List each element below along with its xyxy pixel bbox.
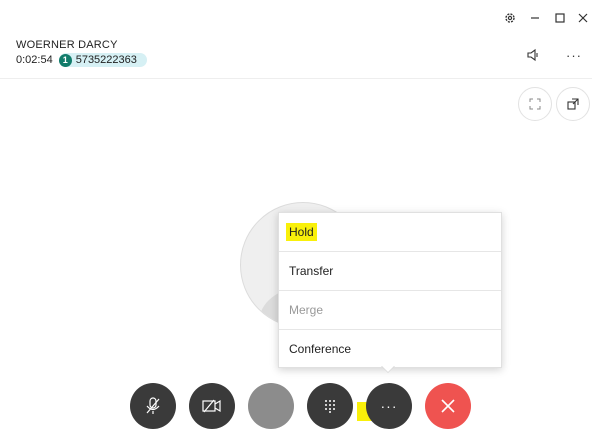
mute-button[interactable] (130, 383, 176, 429)
minimize-icon[interactable] (524, 8, 546, 28)
menu-item-hold[interactable]: Hold (279, 213, 501, 251)
menu-item-label: Merge (289, 302, 324, 317)
menu-item-label: Hold (286, 223, 317, 241)
menu-item-label: Conference (289, 341, 352, 356)
close-icon[interactable] (572, 8, 592, 28)
line-badge: 1 (58, 53, 72, 67)
video-button[interactable] (189, 383, 235, 429)
caller-name: WOERNER DARCY (16, 39, 118, 51)
header-divider (0, 78, 592, 79)
menu-pointer (381, 365, 395, 372)
phone-number-pill: 1 5735222363 (58, 53, 147, 67)
popout-button[interactable] (556, 87, 590, 121)
dialpad-button[interactable] (307, 383, 353, 429)
video-off-icon (202, 399, 221, 413)
title-bar (0, 0, 592, 34)
fullscreen-icon (529, 98, 541, 110)
end-call-button[interactable] (425, 383, 471, 429)
more-button[interactable]: ··· (366, 383, 412, 429)
more-options-button[interactable]: ··· (560, 44, 588, 66)
inactive-control-button (248, 383, 294, 429)
menu-item-label: Transfer (289, 263, 334, 278)
call-timer: 0:02:54 (16, 54, 53, 66)
more-actions-menu: Hold Transfer Merge Conference (278, 212, 502, 368)
fullscreen-button[interactable] (518, 87, 552, 121)
popout-icon (567, 98, 579, 110)
menu-item-merge: Merge (279, 290, 501, 328)
menu-item-transfer[interactable]: Transfer (279, 251, 501, 289)
call-info-row: 0:02:54 1 5735222363 (16, 53, 147, 67)
end-call-icon (441, 399, 455, 413)
microphone-off-icon (146, 397, 160, 414)
menu-item-conference[interactable]: Conference (279, 329, 501, 367)
phone-number: 5735222363 (75, 54, 137, 66)
dialpad-icon (325, 400, 335, 413)
maximize-icon[interactable] (549, 8, 571, 28)
speaker-icon[interactable] (520, 44, 548, 66)
gear-icon[interactable] (499, 8, 521, 28)
